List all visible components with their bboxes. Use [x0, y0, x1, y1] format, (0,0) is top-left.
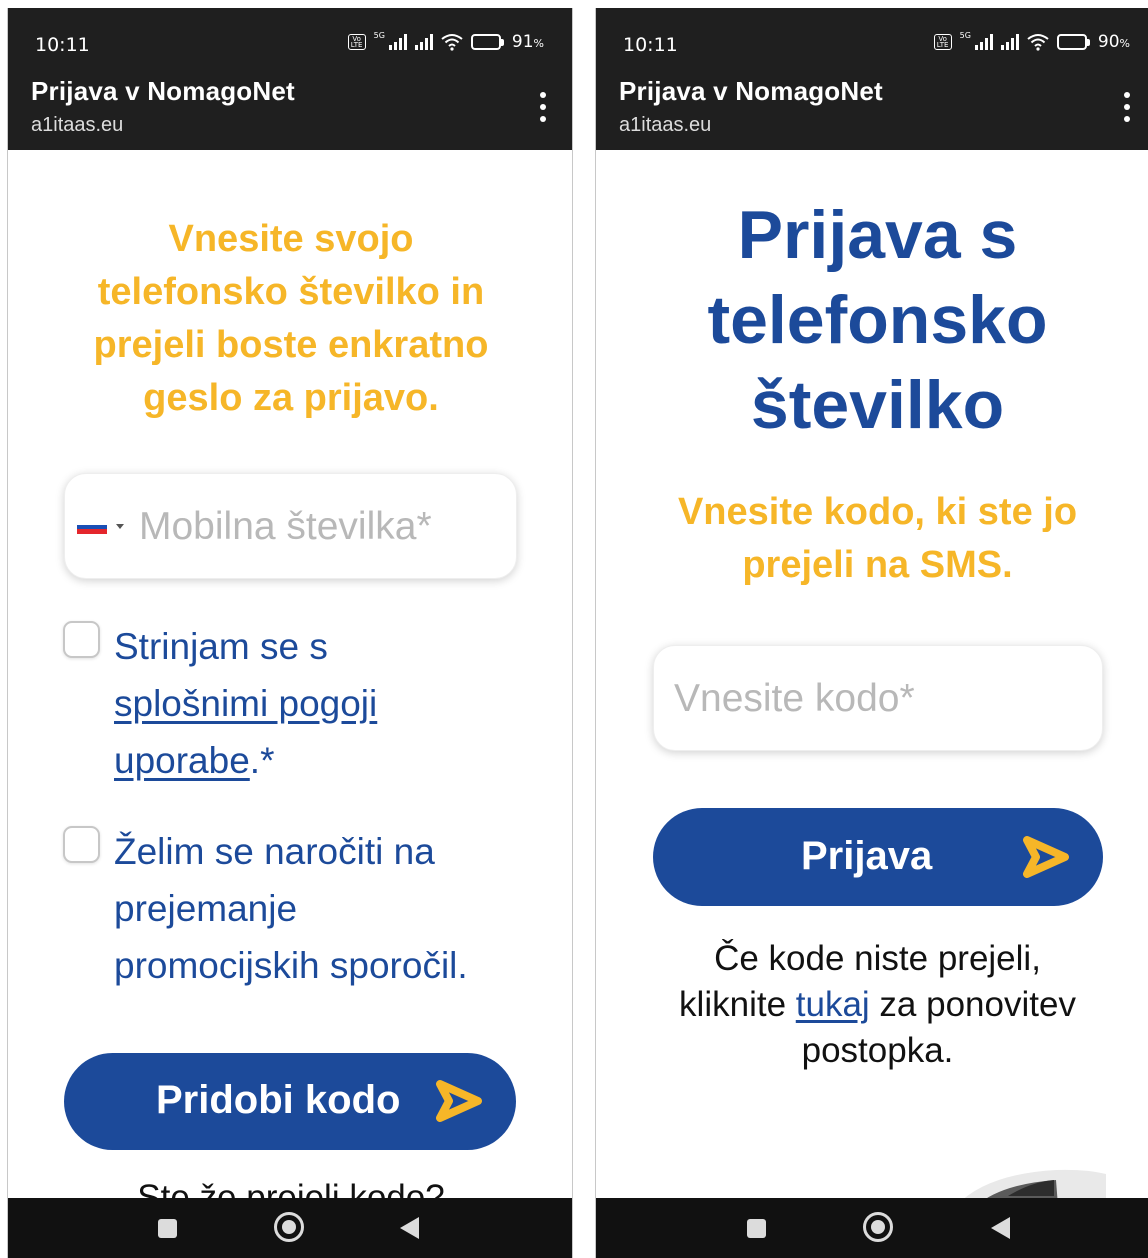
battery-percent: 90	[1097, 32, 1120, 52]
instructions-heading: Vnesite svojo telefonsko številko in pre…	[93, 218, 489, 419]
login-title: Prijava s telefonsko številko	[707, 197, 1048, 443]
mobile-number-input[interactable]	[139, 502, 499, 552]
newsletter-checkbox[interactable]	[63, 826, 100, 863]
status-time: 10:11	[623, 34, 678, 56]
slovenia-flag-icon[interactable]	[77, 520, 107, 534]
page-title: Prijava v NomagoNet	[619, 76, 883, 106]
chevron-down-icon[interactable]	[116, 524, 124, 529]
back-icon[interactable]	[991, 1217, 1010, 1239]
volte-icon: Vo LTE	[347, 34, 366, 50]
page-url: a1itaas.eu	[31, 114, 124, 136]
signal-icon	[388, 34, 407, 50]
battery-percent: 91	[511, 32, 534, 52]
system-nav-bar	[596, 1198, 1148, 1258]
newsletter-label: Želim se naročiti na prejemanje promocij…	[114, 831, 468, 986]
arrow-right-icon	[1023, 836, 1069, 878]
terms-checkbox[interactable]	[63, 621, 100, 658]
code-instructions: Vnesite kodo, ki ste jo prejeli na SMS.	[677, 491, 1078, 586]
recent-apps-icon[interactable]	[747, 1219, 766, 1238]
battery-icon	[470, 34, 504, 50]
home-icon[interactable]	[863, 1212, 893, 1242]
resend-link[interactable]: tukaj	[796, 985, 870, 1024]
more-options-icon[interactable]	[538, 92, 548, 122]
browser-app-bar: Prijava v NomagoNet a1itaas.eu	[8, 70, 572, 150]
resend-code-text: Če kode niste prejeli, kliknite tukaj za…	[679, 939, 1076, 1070]
arrow-right-icon	[436, 1080, 482, 1122]
status-icons: Vo LTE 5G 90%	[933, 31, 1130, 52]
code-field[interactable]	[653, 645, 1103, 751]
get-code-button[interactable]: Pridobi kodo	[64, 1053, 516, 1150]
status-time: 10:11	[35, 34, 90, 56]
page-url: a1itaas.eu	[619, 114, 712, 136]
battery-icon	[1056, 34, 1090, 50]
system-nav-bar	[8, 1198, 572, 1258]
terms-link[interactable]: splošnimi pogoji uporabe	[114, 683, 377, 781]
page-title: Prijava v NomagoNet	[31, 76, 295, 106]
signal-icon	[974, 34, 993, 50]
status-bar: 10:11 Vo LTE 5G 91%	[8, 8, 572, 70]
browser-app-bar: Prijava v NomagoNet a1itaas.eu	[596, 70, 1148, 150]
phone-screen-left: 10:11 Vo LTE 5G 91% Prijava v NomagoNet …	[7, 8, 573, 1258]
status-icons: Vo LTE 5G 91%	[347, 31, 544, 52]
network-type-label: 5G	[959, 31, 971, 40]
signal-icon-secondary	[1000, 34, 1019, 50]
network-type-label: 5G	[373, 31, 385, 40]
back-icon[interactable]	[400, 1217, 419, 1239]
sms-code-input[interactable]	[674, 674, 1084, 724]
recent-apps-icon[interactable]	[158, 1219, 177, 1238]
signal-icon-secondary	[414, 34, 433, 50]
login-button[interactable]: Prijava	[653, 808, 1103, 906]
terms-row: Strinjam se s splošnimi pogoji uporabe.*	[8, 618, 572, 798]
home-icon[interactable]	[274, 1212, 304, 1242]
status-bar: 10:11 Vo LTE 5G 90%	[596, 8, 1148, 70]
wifi-icon	[441, 34, 463, 51]
wifi-icon	[1027, 34, 1049, 51]
more-options-icon[interactable]	[1122, 92, 1132, 122]
phone-number-field[interactable]	[64, 473, 517, 579]
terms-label: Strinjam se s splošnimi pogoji uporabe.*	[114, 626, 378, 781]
newsletter-row: Želim se naročiti na prejemanje promocij…	[8, 823, 572, 1003]
phone-screen-right: 10:11 Vo LTE 5G 90% Prijava v NomagoNet …	[595, 8, 1148, 1258]
volte-icon: Vo LTE	[933, 34, 952, 50]
